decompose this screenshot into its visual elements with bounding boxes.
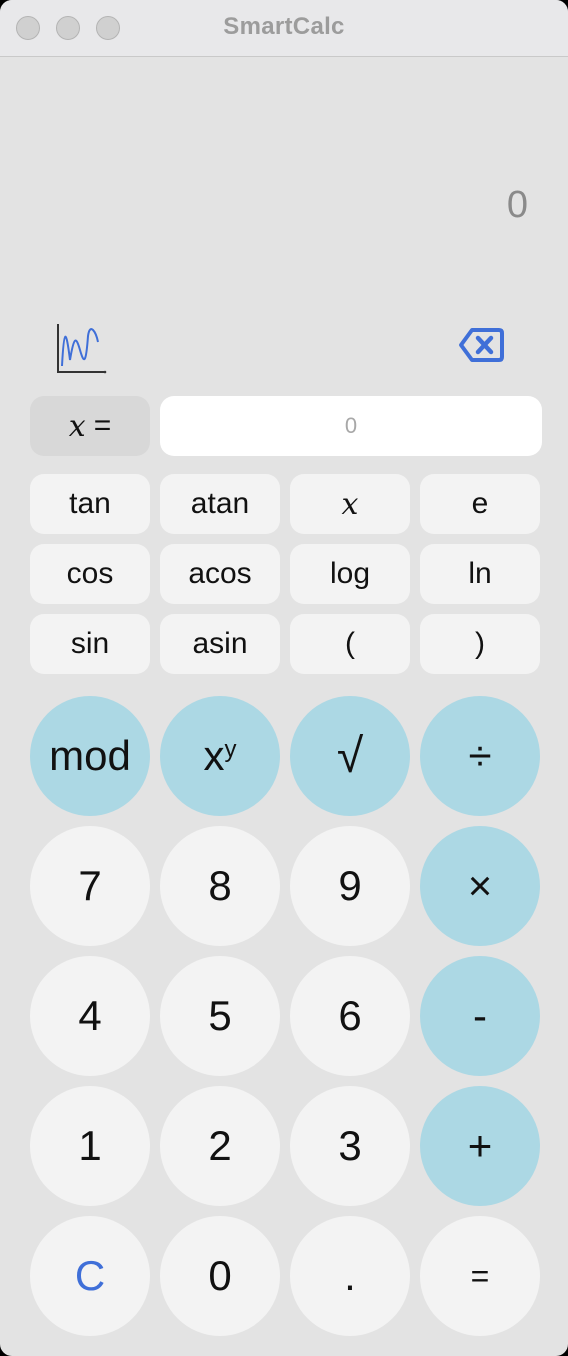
- x-variable-symbol: x: [68, 408, 86, 444]
- multiply-button[interactable]: ×: [420, 826, 540, 946]
- digit-7-button[interactable]: 7: [30, 826, 150, 946]
- clear-button[interactable]: C: [30, 1216, 150, 1336]
- power-exponent-label: y: [224, 736, 237, 763]
- acos-button[interactable]: acos: [160, 544, 280, 604]
- title-bar: SmartCalc: [0, 0, 568, 57]
- cos-button[interactable]: cos: [30, 544, 150, 604]
- calculator-window: SmartCalc 0 x = tan atan x e cos acos lo…: [0, 0, 568, 1356]
- asin-button[interactable]: asin: [160, 614, 280, 674]
- subtract-button[interactable]: -: [420, 956, 540, 1076]
- digit-2-button[interactable]: 2: [160, 1086, 280, 1206]
- x-variable-label: x =: [30, 396, 150, 456]
- graph-plot-icon: [57, 324, 107, 374]
- sin-button[interactable]: sin: [30, 614, 150, 674]
- digit-4-button[interactable]: 4: [30, 956, 150, 1076]
- backspace-icon: [459, 328, 504, 362]
- e-constant-button[interactable]: e: [420, 474, 540, 534]
- equals-button[interactable]: =: [420, 1216, 540, 1336]
- power-button[interactable]: xy: [160, 696, 280, 816]
- close-paren-button[interactable]: ): [420, 614, 540, 674]
- digit-8-button[interactable]: 8: [160, 826, 280, 946]
- digit-5-button[interactable]: 5: [160, 956, 280, 1076]
- backspace-button[interactable]: [458, 326, 504, 364]
- tan-button[interactable]: tan: [30, 474, 150, 534]
- x-variable-button[interactable]: x: [290, 474, 410, 534]
- mod-button[interactable]: mod: [30, 696, 150, 816]
- result-display: 0: [506, 184, 528, 226]
- graph-plot-button[interactable]: [52, 320, 108, 376]
- sqrt-button[interactable]: √: [290, 696, 410, 816]
- power-base-label: x: [203, 732, 225, 779]
- digit-0-button[interactable]: 0: [160, 1216, 280, 1336]
- x-equals-sign: =: [93, 409, 112, 442]
- ln-button[interactable]: ln: [420, 544, 540, 604]
- atan-button[interactable]: atan: [160, 474, 280, 534]
- digit-9-button[interactable]: 9: [290, 826, 410, 946]
- digit-1-button[interactable]: 1: [30, 1086, 150, 1206]
- add-button[interactable]: +: [420, 1086, 540, 1206]
- decimal-point-button[interactable]: .: [290, 1216, 410, 1336]
- log-button[interactable]: log: [290, 544, 410, 604]
- digit-6-button[interactable]: 6: [290, 956, 410, 1076]
- digit-3-button[interactable]: 3: [290, 1086, 410, 1206]
- divide-button[interactable]: ÷: [420, 696, 540, 816]
- window-title: SmartCalc: [223, 13, 345, 40]
- x-value-input[interactable]: [160, 396, 542, 456]
- open-paren-button[interactable]: (: [290, 614, 410, 674]
